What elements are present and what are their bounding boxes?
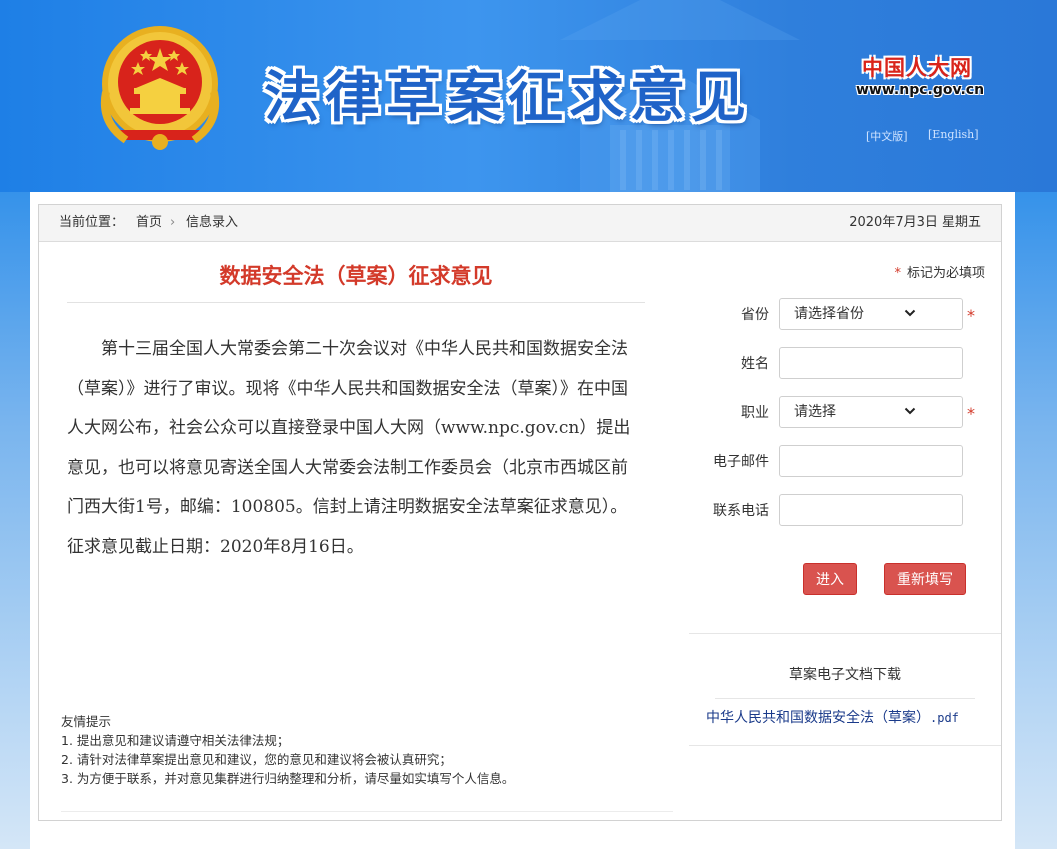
- required-star-icon: *: [967, 404, 975, 423]
- title-divider: [67, 302, 645, 303]
- email-label: 电子邮件: [713, 454, 769, 470]
- email-input[interactable]: [779, 445, 963, 477]
- lang-english-link[interactable]: [English]: [928, 128, 979, 141]
- phone-label: 联系电话: [713, 503, 769, 519]
- notice-column: 数据安全法（草案）征求意见 第十三届全国人大常委会第二十次会议对《中华人民共和国…: [39, 242, 679, 820]
- chevron-down-icon: [904, 407, 916, 415]
- lang-chinese-link[interactable]: [中文版]: [866, 128, 908, 144]
- download-bottom-divider: [689, 745, 1001, 746]
- notice-body: 第十三届全国人大常委会第二十次会议对《中华人民共和国数据安全法（草案）》进行了审…: [67, 339, 631, 557]
- breadcrumb: 当前位置： 首页 › 信息录入 2020年7月3日 星期五: [39, 205, 1001, 242]
- site-header: 法律草案征求意见 中国人大网 www.npc.gov.cn [中文版] [Eng…: [0, 0, 1057, 192]
- tips-title: 友情提示: [61, 714, 112, 729]
- enter-button[interactable]: 进入: [803, 563, 857, 595]
- national-emblem-icon: [96, 22, 224, 156]
- province-select[interactable]: 请选择省份: [779, 298, 963, 330]
- download-title: 草案电子文档下载: [789, 667, 901, 683]
- name-input[interactable]: [779, 347, 963, 379]
- content-panel: 当前位置： 首页 › 信息录入 2020年7月3日 星期五 数据安全法（草案）征…: [30, 192, 1015, 849]
- site-title: 法律草案征求意见: [264, 64, 753, 129]
- download-file-name: 中华人民共和国数据安全法（草案）: [706, 710, 930, 726]
- current-date: 2020年7月3日 星期五: [849, 215, 981, 230]
- download-divider: [715, 698, 975, 699]
- npc-url[interactable]: www.npc.gov.cn: [856, 82, 984, 98]
- breadcrumb-separator-icon: ›: [170, 215, 176, 230]
- download-file-ext: .pdf: [930, 711, 959, 725]
- breadcrumb-current: 信息录入: [186, 215, 239, 230]
- province-select-value: 请选择省份: [794, 306, 864, 322]
- tips-item: 1. 提出意见和建议请遵守相关法律法规；: [61, 733, 290, 748]
- tips-item: 2. 请针对法律草案提出意见和建议，您的意见和建议将会被认真研究；: [61, 752, 452, 767]
- tips-item: 3. 为方便于联系，并对意见集群进行归纳整理和分析，请尽量如实填写个人信息。: [61, 771, 515, 786]
- form-column: * 标记为必填项 省份 请选择省份 * 姓名 职业 请选择 * 电子邮件 联系电话…: [689, 242, 1001, 820]
- phone-input[interactable]: [779, 494, 963, 526]
- form-divider: [689, 633, 1001, 634]
- required-note-text: 标记为必填项: [906, 266, 985, 281]
- occupation-select[interactable]: 请选择: [779, 396, 963, 428]
- notice-title: 数据安全法（草案）征求意见: [219, 263, 493, 288]
- chevron-down-icon: [904, 309, 916, 317]
- download-file-link[interactable]: 中华人民共和国数据安全法（草案）.pdf: [706, 707, 959, 727]
- name-label: 姓名: [741, 356, 769, 372]
- required-note: * 标记为必填项: [894, 262, 985, 281]
- npc-logo[interactable]: 中国人大网: [862, 52, 972, 82]
- required-star-icon: *: [894, 266, 901, 281]
- tips-divider: [61, 811, 673, 812]
- tips-section: 友情提示 1. 提出意见和建议请遵守相关法律法规； 2. 请针对法律草案提出意见…: [61, 712, 514, 788]
- breadcrumb-home-link[interactable]: 首页: [136, 205, 162, 241]
- occupation-select-value: 请选择: [794, 404, 836, 420]
- content-frame: 当前位置： 首页 › 信息录入 2020年7月3日 星期五 数据安全法（草案）征…: [38, 204, 1002, 821]
- reset-button[interactable]: 重新填写: [884, 563, 966, 595]
- breadcrumb-label: 当前位置：: [59, 215, 125, 230]
- required-star-icon: *: [967, 306, 975, 325]
- province-label: 省份: [741, 307, 769, 323]
- occupation-label: 职业: [741, 405, 769, 421]
